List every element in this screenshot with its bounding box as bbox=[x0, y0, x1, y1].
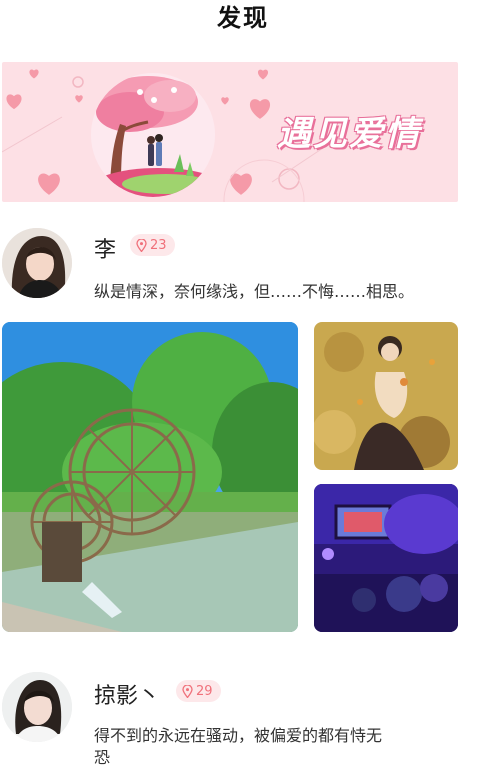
post-content: 纵是情深，奈何缘浅，但……不悔……相思。 bbox=[94, 282, 415, 301]
love-banner[interactable]: 遇见爱情 bbox=[2, 62, 458, 202]
painting-image bbox=[314, 322, 458, 470]
post-photo-ktv[interactable] bbox=[314, 484, 458, 632]
avatar[interactable] bbox=[2, 672, 72, 742]
location-pin-icon bbox=[136, 238, 147, 252]
location-badge[interactable]: 23 bbox=[130, 234, 175, 256]
post-photo-painting[interactable] bbox=[314, 322, 458, 470]
location-badge[interactable]: 29 bbox=[176, 680, 221, 702]
ktv-image bbox=[314, 484, 458, 632]
post-content: 恐 bbox=[94, 748, 111, 765]
avatar-image bbox=[2, 228, 72, 298]
avatar[interactable] bbox=[2, 228, 72, 298]
username[interactable]: 李 bbox=[94, 232, 116, 264]
avatar-image bbox=[2, 672, 72, 742]
header: 发现 bbox=[0, 0, 486, 40]
couple-tree-illustration bbox=[91, 73, 215, 197]
post-content: 得不到的永远在骚动，被偏爱的都有恃无 bbox=[94, 726, 383, 745]
page-title: 发现 bbox=[217, 4, 269, 32]
location-pin-icon bbox=[182, 684, 193, 698]
waterwheel-image bbox=[2, 322, 298, 632]
location-count: 23 bbox=[150, 237, 167, 253]
location-count: 29 bbox=[196, 683, 213, 699]
post-photo-waterwheel[interactable] bbox=[2, 322, 298, 632]
username[interactable]: 掠影丶 bbox=[94, 678, 160, 710]
banner-title: 遇见爱情 bbox=[277, 114, 421, 154]
